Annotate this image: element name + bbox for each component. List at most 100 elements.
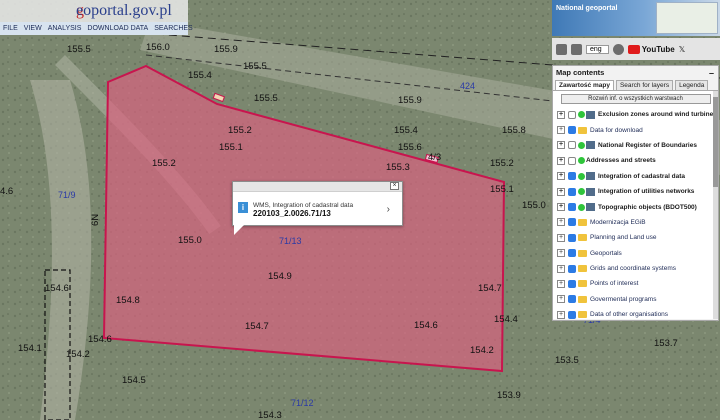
layer-label: National Register of Boundaries — [598, 141, 697, 149]
layer-row[interactable]: + Integration of utilities networks — [553, 184, 718, 199]
layer-checkbox[interactable] — [568, 218, 576, 227]
x-icon[interactable]: 𝕏 — [679, 45, 685, 54]
popup-parcel-id[interactable]: 220103_2.0026.71/13 — [253, 209, 331, 218]
road-number-label: 4/3 — [428, 152, 441, 163]
layer-row[interactable]: + Geoportals — [553, 246, 718, 261]
layer-checkbox[interactable] — [568, 156, 576, 165]
layer-row[interactable]: + Topographic objects (BDOT500) — [553, 199, 718, 214]
elevation-label: 154.5 — [122, 375, 146, 386]
elevation-label: 155.5 — [67, 44, 91, 55]
expand-icon[interactable]: + — [557, 156, 565, 165]
status-dot-icon — [578, 157, 585, 165]
layer-tree: Rozwiń inf. o wszystkich warstwach + Excl… — [553, 90, 718, 319]
panel-title: Map contents — [556, 68, 605, 77]
layer-checkbox[interactable] — [568, 110, 576, 119]
national-geoportal-banner[interactable]: National geoportal — [552, 0, 720, 36]
expand-icon[interactable]: + — [557, 264, 565, 273]
print-icon[interactable] — [556, 43, 567, 55]
layer-checkbox[interactable] — [568, 249, 576, 258]
layer-checkbox[interactable] — [568, 295, 576, 304]
expand-icon[interactable]: + — [557, 233, 565, 242]
youtube-icon — [627, 44, 640, 54]
chevron-right-icon[interactable]: › — [387, 204, 390, 215]
layer-row[interactable]: + National Register of Boundaries — [553, 138, 718, 153]
menu-file[interactable]: FILE — [0, 25, 21, 32]
layer-row[interactable]: + Data of other organisations — [553, 307, 718, 319]
layer-checkbox[interactable] — [568, 172, 576, 181]
elevation-label: 154.1 — [18, 343, 42, 354]
layer-row[interactable]: + Points of interest — [553, 276, 718, 291]
elevation-label: 154.3 — [258, 410, 282, 420]
menu-view[interactable]: VIEW — [21, 25, 45, 32]
poland-map-thumbnail — [656, 2, 718, 34]
elevation-label: 154.7 — [245, 321, 269, 332]
elevation-label: 155.4 — [188, 70, 212, 81]
elevation-label: 153.7 — [654, 338, 678, 349]
layer-checkbox[interactable] — [568, 203, 576, 212]
elevation-label: 154.2 — [66, 349, 90, 360]
layer-checkbox[interactable] — [568, 310, 576, 319]
layer-checkbox[interactable] — [568, 279, 576, 288]
elevation-label: 154.6 — [88, 334, 112, 345]
banner-title: National geoportal — [556, 5, 618, 12]
layer-checkbox[interactable] — [568, 141, 576, 150]
layer-row[interactable]: + Planning and Land use — [553, 230, 718, 245]
parcel-number-label: 71/9 — [58, 190, 76, 200]
expand-icon[interactable]: + — [557, 295, 565, 304]
layer-checkbox[interactable] — [568, 126, 576, 135]
layer-label: Planning and Land use — [590, 234, 657, 242]
close-icon[interactable]: × — [390, 182, 399, 190]
layer-label: Exclusion zones around wind turbines — [598, 111, 717, 119]
status-dot-icon — [578, 172, 585, 180]
expand-all-button[interactable]: Rozwiń inf. o wszystkich warstwach — [560, 94, 711, 104]
tab-map-contents[interactable]: Zawartość mapy — [555, 80, 614, 90]
layer-label: Govermental programs — [590, 295, 657, 303]
layer-row[interactable]: + Addresses and streets — [553, 153, 718, 168]
tab-legend[interactable]: Legenda — [675, 80, 709, 90]
menu-analysis[interactable]: ANALYSIS — [45, 25, 85, 32]
panel-header: Map contents – — [553, 66, 718, 79]
expand-icon[interactable]: + — [557, 310, 565, 319]
expand-icon[interactable]: + — [557, 279, 565, 288]
tab-search-for-layers[interactable]: Search for layers — [615, 80, 674, 90]
minimize-icon[interactable]: – — [709, 68, 718, 78]
popup-titlebar: × — [233, 182, 402, 192]
top-toolbar: eng YouTube 𝕏 — [552, 38, 720, 60]
geoportal-logo[interactable]: g eoportal.gov.pl — [0, 0, 188, 22]
expand-icon[interactable]: + — [557, 172, 565, 181]
layer-row[interactable]: + Modernizacja EGiB — [553, 215, 718, 230]
layer-icon — [586, 110, 595, 119]
layer-label: Data for download — [590, 126, 643, 134]
elevation-label: 154.6 — [414, 320, 438, 331]
menu-searches[interactable]: SEARCHES — [151, 25, 196, 32]
settings-icon[interactable] — [612, 43, 624, 55]
layer-row[interactable]: + Integration of cadastral data — [553, 169, 718, 184]
expand-icon[interactable]: + — [557, 126, 565, 135]
folder-icon — [578, 265, 587, 273]
layer-checkbox[interactable] — [568, 233, 576, 242]
share-icon[interactable] — [571, 43, 582, 55]
elevation-label: 155.2 — [152, 158, 176, 169]
layer-row[interactable]: + Exclusion zones around wind turbines — [553, 107, 718, 122]
expand-icon[interactable]: + — [557, 218, 565, 227]
panel-scrollbar[interactable] — [713, 91, 718, 319]
layer-label: Grids and coordinate systems — [590, 265, 676, 273]
language-select[interactable]: eng — [586, 44, 609, 54]
layer-checkbox[interactable] — [568, 264, 576, 273]
layer-row[interactable]: + Govermental programs — [553, 292, 718, 307]
elevation-label: 155.2 — [490, 158, 514, 169]
expand-icon[interactable]: + — [557, 203, 565, 212]
folder-icon — [578, 249, 587, 257]
layer-row[interactable]: + Data for download — [553, 122, 718, 137]
feature-info-popup: × i WMS, Integration of cadastral data 2… — [232, 181, 403, 235]
expand-icon[interactable]: + — [557, 141, 565, 150]
menu-download-data[interactable]: DOWNLOAD DATA — [84, 25, 151, 32]
layer-row[interactable]: + Grids and coordinate systems — [553, 261, 718, 276]
elevation-label: 155.0 — [178, 235, 202, 246]
expand-icon[interactable]: + — [557, 249, 565, 258]
layer-checkbox[interactable] — [568, 187, 576, 196]
expand-icon[interactable]: + — [557, 110, 565, 119]
expand-icon[interactable]: + — [557, 187, 565, 196]
elevation-label: 155.5 — [254, 93, 278, 104]
youtube-link[interactable]: YouTube — [627, 44, 675, 54]
